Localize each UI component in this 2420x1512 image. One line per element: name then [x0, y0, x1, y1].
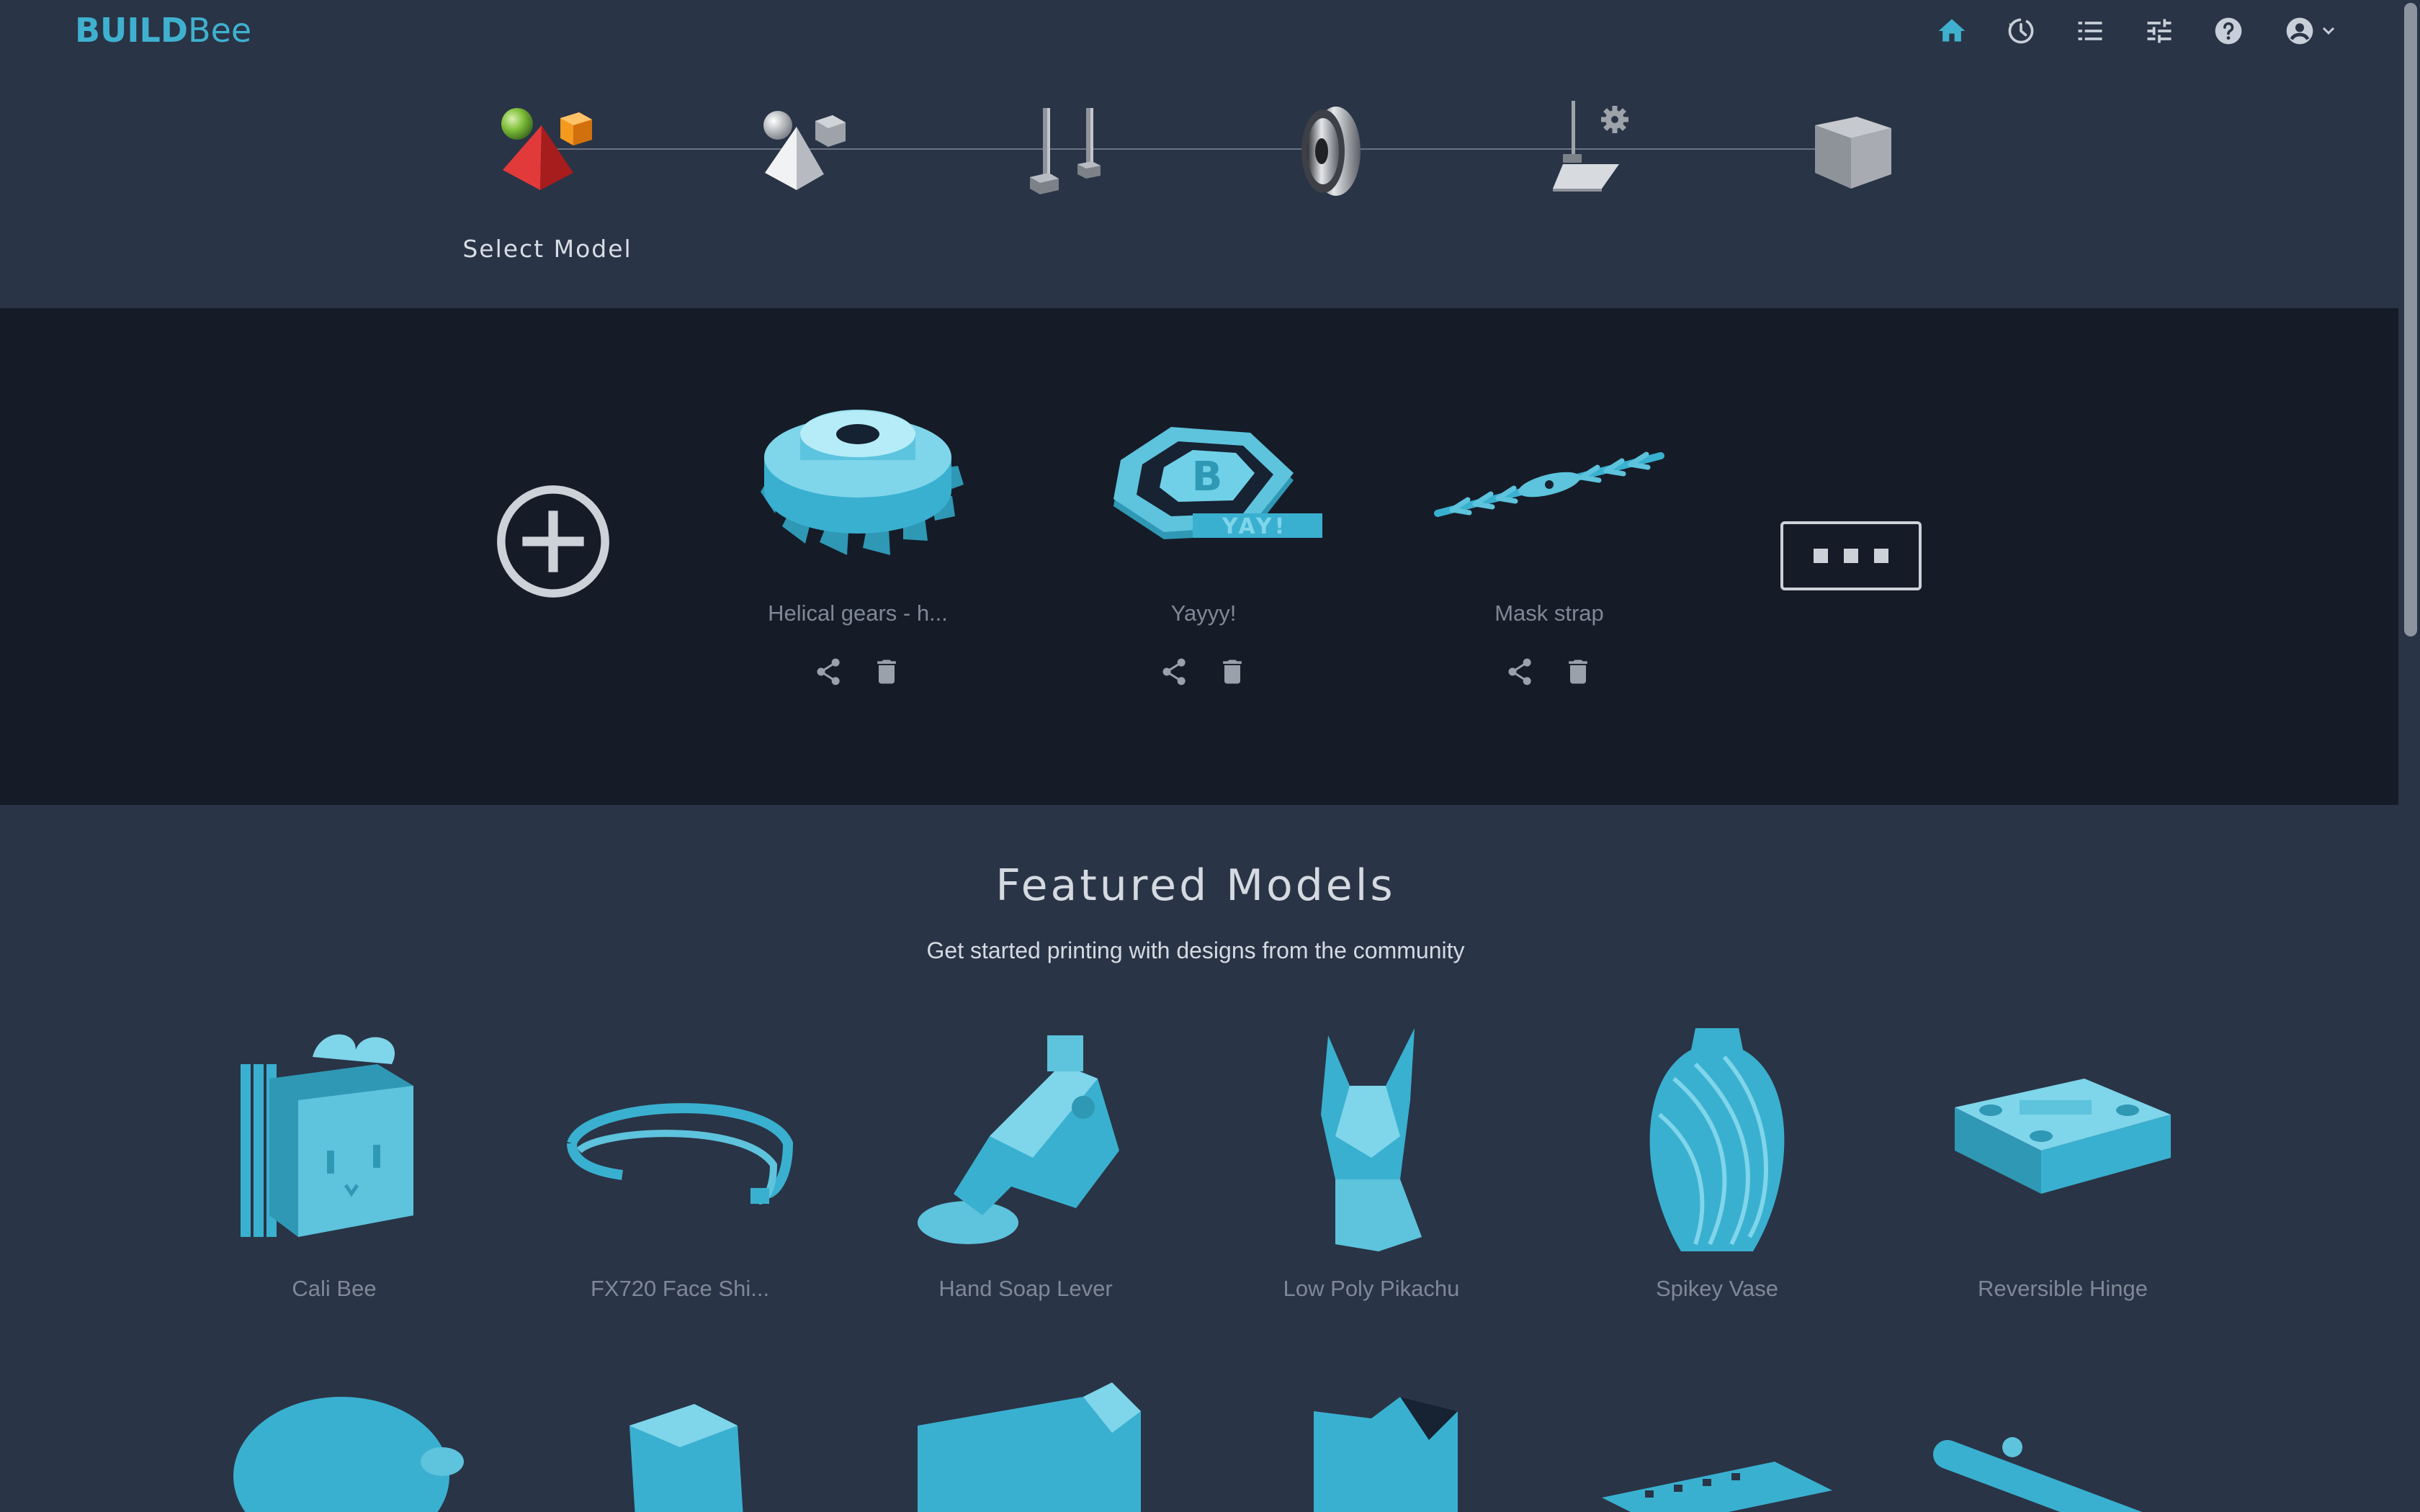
featured-model-card[interactable]: Reversible Hinge	[1933, 1014, 2192, 1316]
scrollbar-thumb[interactable]	[2404, 3, 2417, 636]
scrollbar-track[interactable]	[2401, 0, 2420, 1512]
open-box-thumbnail	[1314, 1397, 1458, 1512]
face-shield-thumbnail	[550, 1014, 810, 1273]
delete-icon[interactable]	[1561, 655, 1595, 688]
recent-model-actions	[1081, 655, 1326, 688]
featured-model-name: Low Poly Pikachu	[1283, 1276, 1460, 1301]
home-icon[interactable]	[1932, 12, 1972, 50]
print-step[interactable]	[1793, 98, 1909, 206]
more-dot	[1814, 549, 1828, 563]
mask-strap-thumbnail[interactable]	[1427, 402, 1672, 582]
spikey-vase-thumbnail	[1587, 1014, 1847, 1273]
turtle-thumbnail	[233, 1397, 464, 1512]
featured-model-card[interactable]	[896, 1368, 1155, 1512]
more-dot	[1844, 549, 1858, 563]
featured-model-card[interactable]	[1242, 1368, 1501, 1512]
svg-text:B: B	[1192, 454, 1223, 500]
active-step-label: Select Model	[462, 235, 632, 263]
filament-step[interactable]	[1271, 98, 1386, 206]
supports-step[interactable]	[1008, 98, 1124, 206]
lattice-model-thumbnail	[1602, 1462, 1832, 1512]
recent-models-panel: Helical gears - h... B YAY! Yayyy! Mask …	[0, 308, 2398, 805]
featured-model-card[interactable]: Spikey Vase	[1587, 1014, 1847, 1316]
cali-bee-thumbnail	[205, 1014, 464, 1273]
recent-model-actions	[735, 655, 980, 688]
bee-logo-plate-thumbnail[interactable]: B YAY!	[1081, 402, 1326, 582]
rod-model-thumbnail	[1933, 1437, 2143, 1512]
help-icon[interactable]	[2208, 12, 2249, 50]
featured-model-name: FX720 Face Shi...	[590, 1276, 770, 1301]
logo-text-light: Bee	[188, 11, 252, 50]
featured-model-card[interactable]	[1933, 1368, 2192, 1512]
top-navbar: BUILD Bee	[0, 0, 2391, 62]
more-models-button[interactable]	[1780, 521, 1922, 590]
featured-model-card[interactable]: Low Poly Pikachu	[1242, 1014, 1501, 1316]
recent-model-card[interactable]: Mask strap	[1427, 402, 1672, 704]
recent-model-actions	[1427, 655, 1672, 688]
printer-settings-step[interactable]	[1534, 98, 1649, 206]
share-icon[interactable]	[1158, 655, 1191, 688]
settings-sliders-icon[interactable]	[2139, 12, 2179, 50]
recent-model-name: Mask strap	[1494, 600, 1604, 626]
featured-model-name: Reversible Hinge	[1977, 1276, 2148, 1301]
print-wizard-steps: Select Model	[0, 62, 2391, 307]
nav-icons	[1932, 12, 2344, 50]
more-dot	[1874, 549, 1888, 563]
list-icon[interactable]	[2070, 12, 2110, 50]
svg-text:YAY!: YAY!	[1222, 514, 1288, 539]
box-model-thumbnail	[918, 1382, 1141, 1512]
recent-model-name: Helical gears - h...	[768, 600, 948, 626]
featured-model-card[interactable]	[205, 1368, 464, 1512]
history-icon[interactable]	[2001, 12, 2041, 50]
share-icon[interactable]	[812, 655, 846, 688]
featured-subtitle: Get started printing with designs from t…	[926, 937, 1465, 963]
featured-model-name: Cali Bee	[292, 1276, 377, 1301]
delete-icon[interactable]	[1216, 655, 1249, 688]
hand-soap-lever-thumbnail	[896, 1014, 1155, 1273]
helical-gear-thumbnail[interactable]	[735, 402, 980, 582]
buildbee-logo[interactable]: BUILD Bee	[75, 10, 251, 50]
featured-model-card[interactable]: Cali Bee	[205, 1014, 464, 1316]
featured-model-card[interactable]: FX720 Face Shi...	[550, 1014, 810, 1316]
reversible-hinge-thumbnail	[1933, 1014, 2192, 1273]
recent-model-card[interactable]: B YAY! Yayyy!	[1081, 402, 1326, 704]
articulated-model-thumbnail	[629, 1404, 743, 1512]
select-model-step[interactable]	[490, 98, 605, 206]
delete-icon[interactable]	[870, 655, 903, 688]
recent-model-card[interactable]: Helical gears - h...	[735, 402, 980, 704]
featured-model-card[interactable]	[550, 1368, 810, 1512]
featured-title: Featured Models	[995, 860, 1396, 911]
account-icon[interactable]	[2277, 12, 2344, 50]
featured-model-name: Hand Soap Lever	[938, 1276, 1113, 1301]
featured-model-card[interactable]: Hand Soap Lever	[896, 1014, 1155, 1316]
plus-circle-icon	[497, 485, 609, 598]
featured-model-card[interactable]	[1587, 1368, 1847, 1512]
share-icon[interactable]	[1504, 655, 1537, 688]
slice-model-step[interactable]	[749, 98, 864, 206]
pikachu-thumbnail	[1242, 1014, 1501, 1273]
wizard-connector-line	[547, 148, 1851, 150]
logo-text-bold: BUILD	[75, 11, 189, 50]
recent-model-name: Yayyy!	[1170, 600, 1237, 626]
add-model-button[interactable]	[494, 482, 612, 600]
chevron-down-icon	[2322, 27, 2335, 35]
featured-model-name: Spikey Vase	[1655, 1276, 1778, 1301]
